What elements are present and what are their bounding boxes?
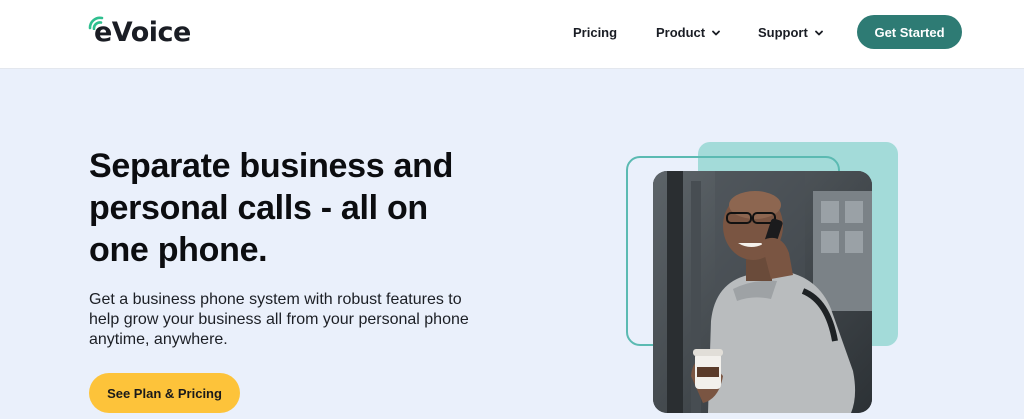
nav-support[interactable]: Support <box>758 25 823 40</box>
signal-arcs-icon <box>88 16 104 30</box>
site-header: eVoice Pricing Product Support Get Start… <box>0 0 1024 69</box>
get-started-button[interactable]: Get Started <box>857 15 962 49</box>
hero-subtext: Get a business phone system with robust … <box>89 291 469 348</box>
hero-headline: Separate business and personal calls - a… <box>89 147 454 269</box>
nav-support-label: Support <box>758 25 808 40</box>
chevron-down-icon <box>712 30 721 35</box>
chevron-down-icon <box>814 30 823 35</box>
evoice-logo[interactable]: eVoice <box>88 16 191 50</box>
nav-pricing-label: Pricing <box>573 25 618 40</box>
nav-product-label: Product <box>656 25 706 40</box>
hero-photo-illustration <box>653 171 872 413</box>
nav-product[interactable]: Product <box>656 25 721 40</box>
nav-pricing[interactable]: Pricing <box>573 25 617 40</box>
hero-photo-man-on-phone <box>653 171 872 413</box>
see-plan-pricing-button[interactable]: See Plan & Pricing <box>89 373 240 413</box>
